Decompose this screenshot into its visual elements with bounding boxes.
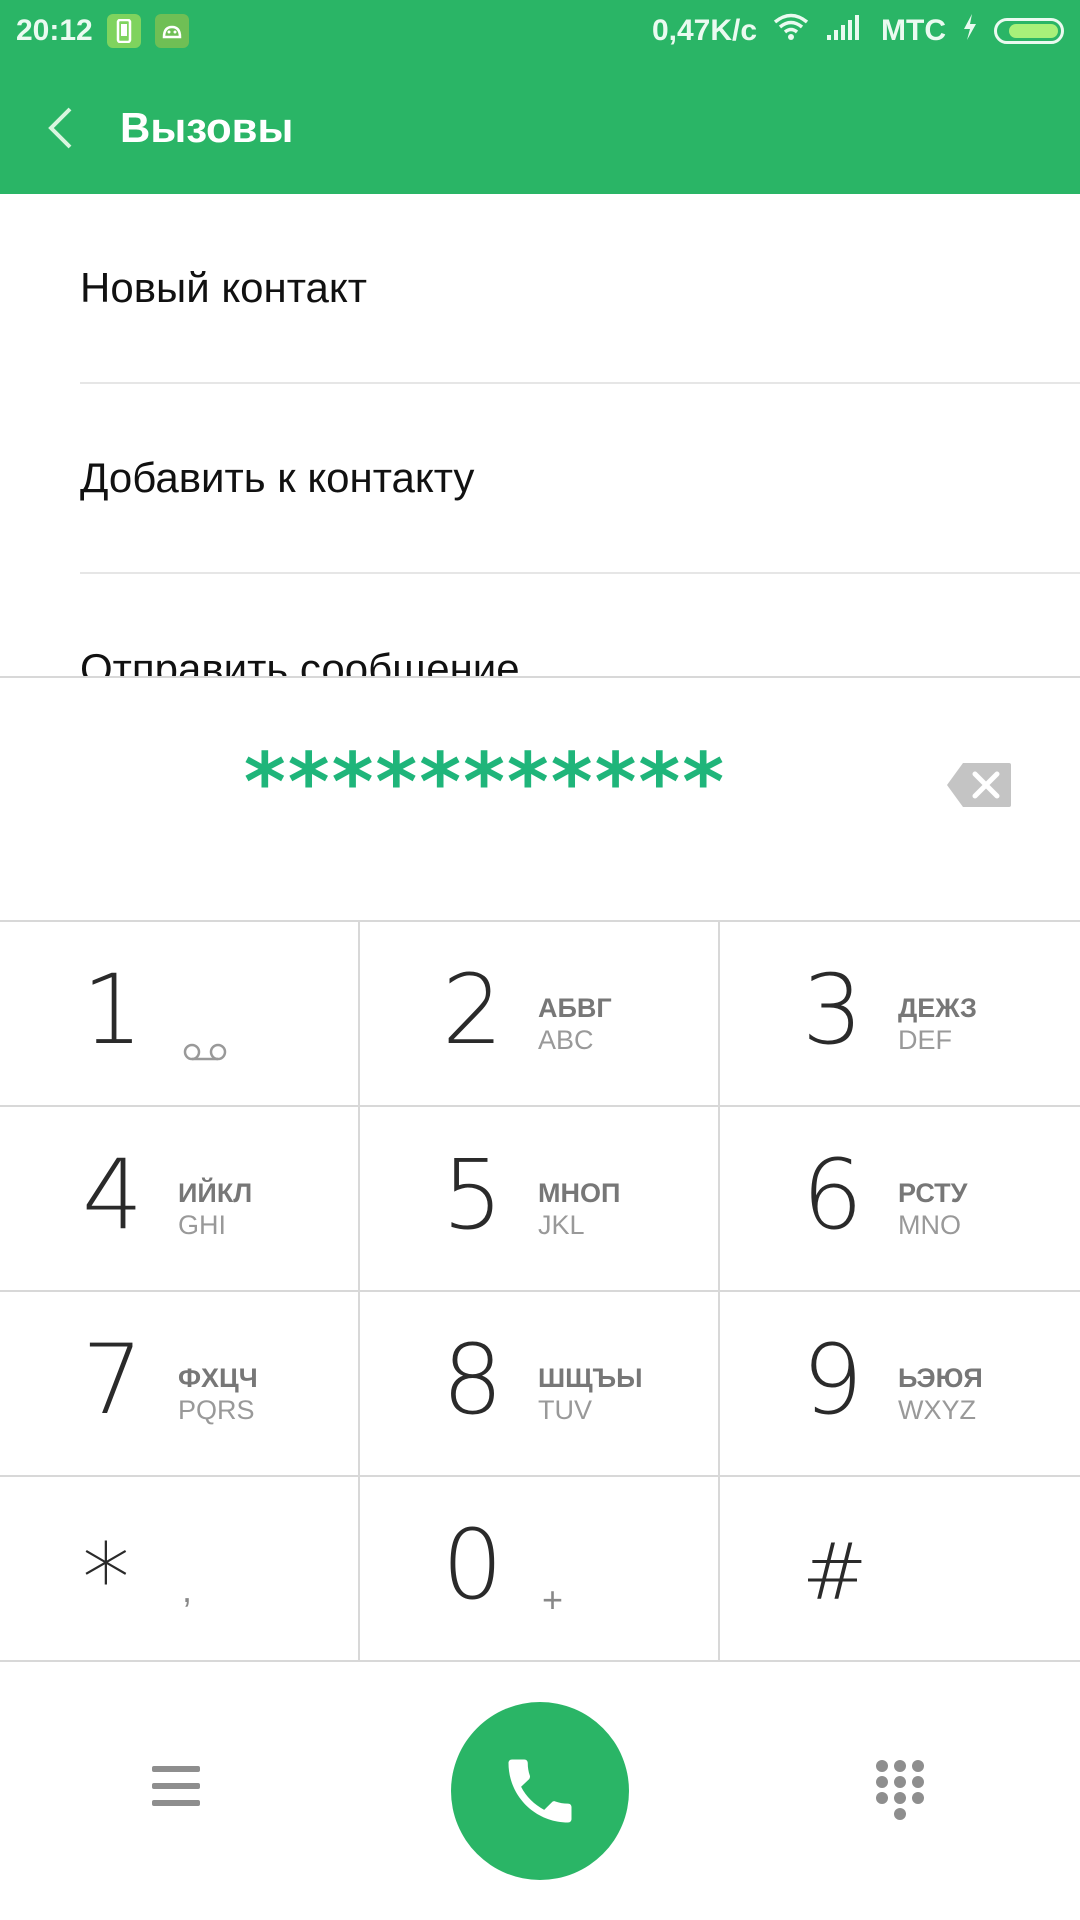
dial-key-star[interactable]: * , — [0, 1477, 360, 1662]
android-notification-icon — [154, 14, 189, 48]
key-extra: , — [182, 1569, 193, 1610]
call-button[interactable] — [451, 1702, 629, 1880]
key-digit: 7 — [82, 1324, 144, 1436]
dialpad: 1 2 АБВГ ABC 3 ДЕЖЗ DEF 4 ИЙКЛ GHI 5 МНО… — [0, 922, 1080, 1662]
key-letters-en: PQRS — [178, 1395, 255, 1425]
voicemail-icon — [182, 1030, 228, 1072]
key-digit: 4 — [82, 1139, 144, 1251]
dial-key-hash[interactable]: # — [720, 1477, 1080, 1662]
key-digit: 6 — [802, 1139, 864, 1251]
key-digit: 0 — [442, 1509, 504, 1621]
app-header: 20:12 0,47K/c МТС Вызовы — [0, 0, 1080, 194]
number-options-list: Новый контакт Добавить к контакту Отправ… — [0, 194, 1080, 676]
key-letters: РСТУ MNO — [898, 1177, 967, 1241]
dial-key-8[interactable]: 8 ШЩЪЫ TUV — [360, 1292, 720, 1477]
network-speed: 0,47K/c — [651, 14, 758, 47]
dial-key-7[interactable]: 7 ФХЦЧ PQRS — [0, 1292, 360, 1477]
status-time: 20:12 — [16, 14, 93, 47]
signal-icon — [825, 13, 865, 49]
backspace-icon — [947, 763, 1011, 807]
key-letters-ru: АБВГ — [538, 993, 612, 1023]
key-letters-en: GHI — [178, 1210, 227, 1240]
key-letters-en: WXYZ — [898, 1395, 976, 1425]
status-bar: 20:12 0,47K/c МТС — [0, 0, 1080, 62]
key-letters-en: ABC — [538, 1025, 594, 1055]
key-letters-ru: ИЙКЛ — [178, 1178, 253, 1208]
key-letters-en: DEF — [898, 1025, 952, 1055]
key-letters: ДЕЖЗ DEF — [898, 992, 977, 1056]
key-letters-ru: ЬЭЮЯ — [898, 1363, 983, 1393]
key-letters-en: TUV — [538, 1395, 592, 1425]
key-letters: ФХЦЧ PQRS — [178, 1362, 258, 1426]
key-letters-en: JKL — [538, 1210, 585, 1240]
key-digit: * — [82, 1523, 130, 1635]
key-digit: # — [802, 1528, 868, 1618]
key-letters: ШЩЪЫ TUV — [538, 1362, 643, 1426]
key-letters-ru: МНОП — [538, 1178, 621, 1208]
key-letters-ru: ДЕЖЗ — [898, 993, 977, 1023]
key-letters: АБВГ ABC — [538, 992, 612, 1056]
key-letters: МНОП JKL — [538, 1177, 620, 1241]
option-add-to-contact[interactable]: Добавить к контакту — [80, 384, 1080, 574]
key-digit: 8 — [442, 1324, 504, 1436]
key-letters-ru: ФХЦЧ — [178, 1363, 258, 1393]
key-extra: + — [542, 1579, 564, 1620]
key-letters-ru: ШЩЪЫ — [538, 1363, 643, 1393]
key-letters-ru: РСТУ — [898, 1178, 968, 1208]
key-letters: ИЙКЛ GHI — [178, 1177, 252, 1241]
battery-icon — [994, 18, 1064, 44]
option-new-contact[interactable]: Новый контакт — [80, 194, 1080, 384]
dialpad-icon — [876, 1760, 924, 1820]
option-label: Новый контакт — [80, 264, 367, 311]
key-letters-en: MNO — [898, 1210, 961, 1240]
dial-key-2[interactable]: 2 АБВГ ABC — [360, 922, 720, 1107]
dial-key-9[interactable]: 9 ЬЭЮЯ WXYZ — [720, 1292, 1080, 1477]
key-digit: 3 — [802, 954, 864, 1066]
dialed-number-display: *********** — [0, 676, 1080, 922]
option-label: Отправить сообщение — [80, 645, 520, 676]
key-digit: 1 — [82, 954, 144, 1066]
dialed-number[interactable]: *********** — [0, 736, 970, 829]
carrier-name: МТС — [881, 14, 946, 47]
menu-icon — [152, 1766, 200, 1806]
sim-notification-icon — [106, 14, 141, 48]
menu-button[interactable] — [148, 1760, 204, 1812]
option-send-message[interactable]: Отправить сообщение — [80, 574, 1080, 676]
dial-key-0[interactable]: 0 + — [360, 1477, 720, 1662]
charging-icon — [962, 13, 978, 49]
dial-key-3[interactable]: 3 ДЕЖЗ DEF — [720, 922, 1080, 1107]
dial-key-1[interactable]: 1 — [0, 922, 360, 1107]
battery-level — [1008, 24, 1058, 38]
key-digit: 5 — [442, 1139, 504, 1251]
phone-icon — [508, 1759, 572, 1823]
page-title: Вызовы — [120, 104, 294, 151]
bottom-bar — [0, 1662, 1080, 1920]
wifi-icon — [773, 13, 809, 49]
back-button[interactable] — [0, 62, 120, 194]
dialpad-toggle-button[interactable] — [872, 1758, 928, 1822]
dial-key-5[interactable]: 5 МНОП JKL — [360, 1107, 720, 1292]
title-bar: Вызовы — [0, 62, 1080, 194]
key-digit: 2 — [442, 954, 504, 1066]
option-label: Добавить к контакту — [80, 454, 475, 501]
dial-key-6[interactable]: 6 РСТУ MNO — [720, 1107, 1080, 1292]
dial-key-4[interactable]: 4 ИЙКЛ GHI — [0, 1107, 360, 1292]
backspace-button[interactable] — [945, 760, 1013, 815]
chevron-left-icon — [48, 107, 72, 149]
key-letters: ЬЭЮЯ WXYZ — [898, 1362, 983, 1426]
key-digit: 9 — [802, 1324, 864, 1436]
